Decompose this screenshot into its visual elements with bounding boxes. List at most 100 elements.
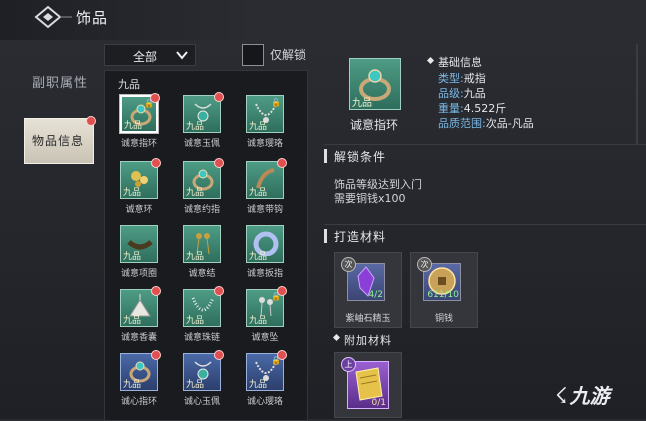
- selected-item-icon: 九品: [349, 58, 401, 110]
- item-slot[interactable]: 九品: [246, 158, 287, 199]
- tab-secondary-attributes[interactable]: 副职属性: [32, 72, 88, 91]
- item-slot[interactable]: 九品: [120, 225, 158, 263]
- item-slot[interactable]: 九品 🔒: [120, 93, 160, 133]
- only-unlocked-checkbox[interactable]: [242, 44, 264, 66]
- item-grade-label: 九品: [123, 188, 142, 198]
- item-slot[interactable]: 九品: [246, 225, 284, 263]
- item-name-label: 诚意坠: [251, 333, 279, 343]
- notification-dot: [150, 93, 160, 103]
- unlock-line-2: 需要铜钱x100: [334, 192, 406, 205]
- material-card[interactable]: 4/2 次 紫岫石精玉: [334, 252, 402, 328]
- item-grade-label: 九品: [186, 316, 205, 326]
- chevron-down-icon: [176, 51, 188, 60]
- material-count: 0/1: [371, 398, 386, 408]
- item-grade-label: 九品: [249, 188, 268, 198]
- item-slot[interactable]: 九品 🔒: [246, 95, 284, 133]
- lock-icon: 🔒: [271, 98, 281, 107]
- item-name-label: 诚意璎珞: [246, 139, 283, 149]
- notification-dot: [214, 350, 224, 360]
- item-name-label: 诚意带钩: [246, 205, 283, 215]
- scroll-edge: [636, 44, 638, 144]
- item-slot[interactable]: 九品: [120, 286, 161, 327]
- divider: [324, 144, 646, 145]
- diamond-bullet-icon: [332, 333, 341, 342]
- tier-badge: 上: [341, 357, 356, 372]
- notification-dot: [214, 158, 224, 168]
- item-name-label: 诚意扳指: [246, 269, 283, 279]
- extra-material-card[interactable]: 0/1 上: [334, 352, 402, 418]
- item-grade-label: 九品: [186, 380, 205, 390]
- selected-item-name: 诚意指环: [350, 118, 399, 132]
- info-row-weight: 重量:4.522斤: [438, 102, 507, 115]
- item-name-label: 诚意约指: [183, 205, 220, 215]
- notification-dot: [151, 286, 161, 296]
- material-count: 4/2: [368, 290, 383, 300]
- extra-title: 附加材料: [344, 334, 392, 347]
- page-title: 饰品: [76, 9, 109, 27]
- notification-dot: [277, 158, 287, 168]
- material-name: 紫岫石精玉: [345, 314, 391, 324]
- info-row-quality: 品质范围:次品-凡品: [438, 117, 534, 130]
- item-name-label: 诚意环: [125, 205, 153, 215]
- item-grade-label: 九品: [249, 380, 268, 390]
- notification-dot: [277, 286, 287, 296]
- material-name: 铜钱: [434, 314, 453, 324]
- item-name-label: 诚心玉佩: [183, 397, 220, 407]
- notification-dot: [86, 116, 96, 126]
- item-grade-label: 九品: [249, 316, 268, 326]
- info-row-type: 类型:戒指: [438, 72, 486, 85]
- section-marker: [324, 229, 327, 243]
- material-count: 611/10: [427, 290, 459, 300]
- item-name-label: 诚意珠链: [183, 333, 220, 343]
- notification-dot: [214, 286, 224, 296]
- back-button[interactable]: [34, 4, 74, 30]
- item-name-label: 诚意项圈: [120, 269, 157, 279]
- tier-badge: 次: [417, 257, 432, 272]
- item-grade-label: 九品: [186, 188, 205, 198]
- logo-icon: ☇: [555, 384, 568, 409]
- item-grade-label: 九品: [123, 252, 142, 262]
- tab-item-info[interactable]: 物品信息: [24, 118, 94, 164]
- grade-section-title: 九品: [118, 78, 140, 91]
- info-row-grade: 品级:九品: [438, 87, 486, 100]
- divider: [324, 224, 646, 225]
- item-name-label: 诚心璎珞: [246, 397, 283, 407]
- item-slot[interactable]: 九品: [120, 158, 161, 199]
- item-name-label: 诚意香囊: [120, 333, 157, 343]
- item-slot[interactable]: 九品 🔒: [246, 286, 287, 327]
- selected-item-grade: 九品: [352, 98, 372, 109]
- item-slot[interactable]: 九品: [183, 225, 221, 263]
- item-slot[interactable]: 九品: [183, 158, 224, 199]
- only-unlocked-label: 仅解锁: [270, 48, 307, 62]
- unlock-title: 解锁条件: [334, 150, 387, 164]
- item-grade-label: 九品: [249, 252, 268, 262]
- basic-info-title: 基础信息: [438, 56, 482, 69]
- notification-dot: [151, 350, 161, 360]
- notification-dot: [214, 92, 224, 102]
- diamond-bullet-icon: [426, 56, 435, 65]
- tier-badge: 次: [341, 257, 356, 272]
- item-grade-label: 九品: [249, 122, 268, 132]
- item-grade-label: 九品: [186, 252, 205, 262]
- category-dropdown[interactable]: 全部: [104, 44, 196, 66]
- item-name-label: 诚意指环: [120, 139, 157, 149]
- item-name-label: 诚意玉佩: [183, 139, 220, 149]
- watermark-logo: ☇ 九游: [555, 384, 610, 409]
- item-slot[interactable]: 九品 🔒: [246, 350, 287, 391]
- item-slot[interactable]: 九品: [183, 286, 224, 327]
- item-grade-label: 九品: [124, 121, 143, 131]
- notification-dot: [151, 158, 161, 168]
- item-grade-label: 九品: [186, 122, 205, 132]
- craft-title: 打造材料: [334, 230, 387, 244]
- material-card[interactable]: 611/10 次 铜钱: [410, 252, 478, 328]
- item-slot[interactable]: 九品: [183, 350, 224, 391]
- item-slot[interactable]: 九品: [120, 350, 161, 391]
- dropdown-value: 全部: [133, 50, 158, 64]
- section-marker: [324, 149, 327, 163]
- notification-dot: [277, 350, 287, 360]
- tab-item-info-label: 物品信息: [32, 134, 85, 148]
- item-name-label: 诚心指环: [120, 397, 157, 407]
- item-slot[interactable]: 九品: [183, 92, 224, 133]
- item-grade-label: 九品: [123, 380, 142, 390]
- item-grade-label: 九品: [123, 316, 142, 326]
